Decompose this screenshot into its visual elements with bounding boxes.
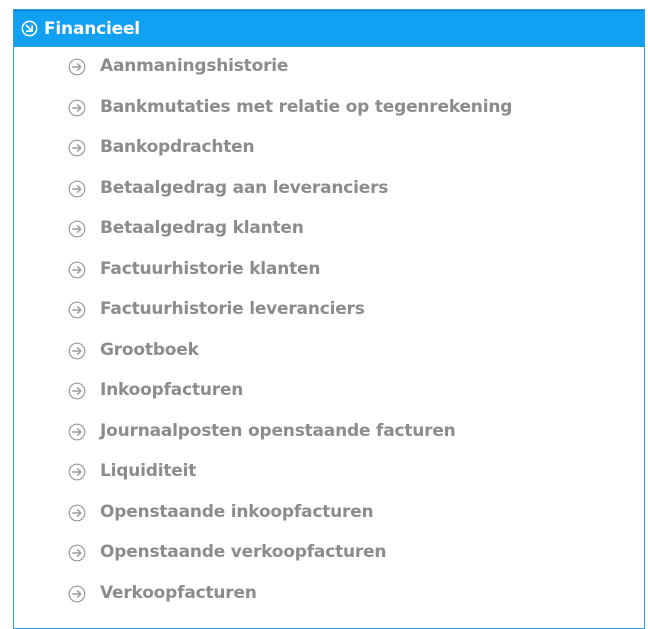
menu-item[interactable]: Journaalposten openstaande facturen (14, 414, 644, 455)
menu-item[interactable]: Betaalgedrag aan leveranciers (14, 171, 644, 212)
menu-item[interactable]: Betaalgedrag klanten (14, 211, 644, 252)
menu-item-label: Grootboek (100, 339, 199, 360)
menu-item[interactable]: Liquiditeit (14, 454, 644, 495)
arrow-right-circle-icon (68, 99, 86, 116)
arrow-right-circle-icon (68, 139, 86, 157)
menu-item[interactable]: Openstaande inkoopfacturen (14, 495, 644, 536)
menu-item-label: Liquiditeit (100, 461, 197, 481)
financieel-panel: Financieel Aanmaningshistorie Bankmutatie… (13, 9, 645, 629)
menu-item-label: Inkoopfacturen (100, 380, 244, 400)
menu-item[interactable]: Openstaande verkoopfacturen (14, 535, 644, 576)
menu-item[interactable]: Grootboek (14, 333, 644, 374)
arrow-right-circle-icon (68, 382, 86, 400)
arrow-right-circle-icon (68, 58, 86, 76)
menu-item-label: Verkoopfacturen (100, 582, 257, 603)
arrow-right-circle-icon (68, 342, 86, 359)
menu-item[interactable]: Factuurhistorie klanten (14, 252, 644, 293)
arrow-right-circle-icon (68, 220, 86, 238)
arrow-right-circle-icon (68, 261, 86, 278)
menu-item-label: Openstaande inkoopfacturen (100, 501, 374, 522)
menu-item-label: Factuurhistorie leveranciers (100, 299, 365, 319)
menu-item[interactable]: Factuurhistorie leveranciers (14, 292, 644, 333)
menu-item-label: Bankmutaties met relatie op tegenrekenin… (100, 96, 513, 117)
menu-item[interactable]: Bankopdrachten (14, 130, 644, 171)
arrow-right-circle-icon (68, 585, 86, 602)
arrow-right-circle-icon (68, 180, 86, 197)
menu-item[interactable]: Inkoopfacturen (14, 373, 644, 414)
menu-item[interactable]: Bankmutaties met relatie op tegenrekenin… (14, 90, 644, 131)
menu-item-label: Aanmaningshistorie (100, 56, 289, 76)
menu-item-label: Factuurhistorie klanten (100, 258, 321, 279)
report-menu-list: Aanmaningshistorie Bankmutaties met relat… (14, 49, 644, 616)
menu-item-label: Openstaande verkoopfacturen (100, 542, 387, 562)
arrow-right-circle-icon (68, 301, 86, 319)
arrow-right-circle-icon (68, 463, 86, 481)
arrow-right-circle-icon (68, 504, 86, 521)
arrow-right-circle-icon (68, 544, 86, 562)
arrow-right-circle-icon (68, 423, 86, 440)
menu-item[interactable]: Aanmaningshistorie (14, 49, 644, 90)
section-header-financieel[interactable]: Financieel (14, 10, 644, 47)
menu-item-label: Journaalposten openstaande facturen (100, 420, 456, 441)
menu-item-label: Bankopdrachten (100, 137, 255, 157)
menu-item[interactable]: Verkoopfacturen (14, 576, 644, 617)
menu-item-label: Betaalgedrag aan leveranciers (100, 177, 389, 198)
collapse-arrow-icon (21, 20, 38, 37)
menu-item-label: Betaalgedrag klanten (100, 218, 304, 238)
section-title: Financieel (44, 19, 140, 39)
